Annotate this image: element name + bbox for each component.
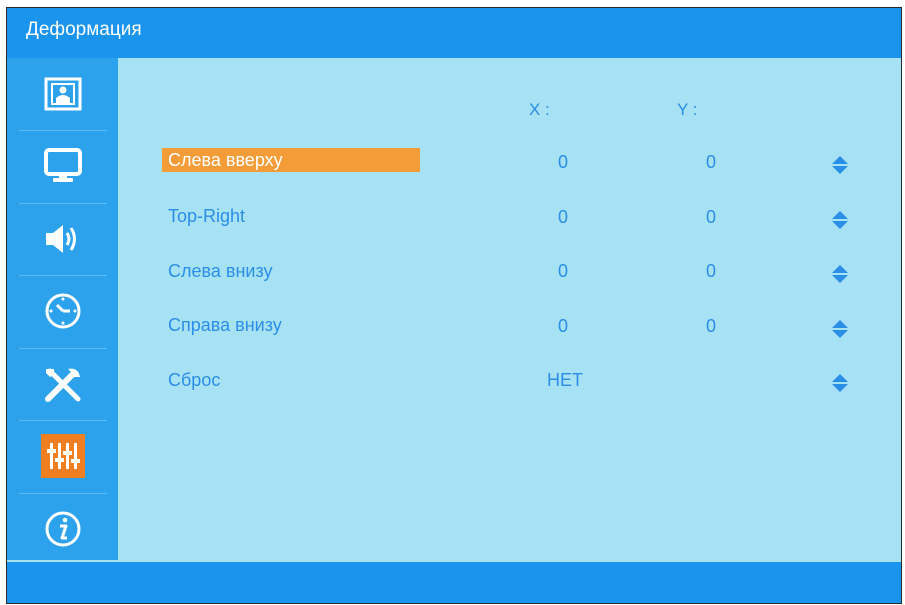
up-down-arrow-icon[interactable] xyxy=(831,373,849,393)
sidebar xyxy=(7,58,118,560)
x-value: 0 xyxy=(558,207,569,227)
sidebar-item-timer[interactable] xyxy=(7,275,118,347)
page-title: Деформация xyxy=(26,19,142,40)
speaker-icon xyxy=(43,221,83,257)
x-value: 0 xyxy=(558,261,569,281)
sidebar-item-display[interactable] xyxy=(7,130,118,202)
sidebar-item-advanced[interactable] xyxy=(7,420,118,492)
x-value: 0 xyxy=(558,316,569,336)
y-value: 0 xyxy=(706,316,717,336)
reset-value: НЕТ xyxy=(547,370,583,390)
picture-icon xyxy=(43,76,83,112)
up-down-arrow-icon[interactable] xyxy=(831,210,849,230)
y-value: 0 xyxy=(706,152,717,172)
y-value: 0 xyxy=(706,207,717,227)
column-header-x: X : xyxy=(529,100,550,119)
title-bar: Деформация xyxy=(7,8,901,58)
monitor-icon xyxy=(43,147,83,185)
sidebar-item-audio[interactable] xyxy=(7,203,118,275)
row-label: Слева внизу xyxy=(168,261,273,281)
sidebar-item-picture[interactable] xyxy=(7,58,118,130)
tools-icon xyxy=(42,365,84,403)
sidebar-item-setup[interactable] xyxy=(7,348,118,420)
info-icon xyxy=(43,509,83,549)
clock-icon xyxy=(43,291,83,331)
column-header-y: Y : xyxy=(677,100,698,119)
sidebar-item-information[interactable] xyxy=(7,493,118,565)
status-bar xyxy=(7,562,901,603)
row-label: Слева вверху xyxy=(162,148,420,172)
up-down-arrow-icon[interactable] xyxy=(831,264,849,284)
osd-window: Деформация X: Y: Слева вверху 0 0 Top-… xyxy=(6,7,902,604)
up-down-arrow-icon[interactable] xyxy=(831,155,849,175)
keystone-panel: X : Y : Слева вверху 0 0 Top-Right 0 0 С… xyxy=(118,58,901,562)
row-label: Справа внизу xyxy=(168,315,282,335)
active-indicator xyxy=(40,434,85,478)
x-value: 0 xyxy=(558,152,569,172)
up-down-arrow-icon[interactable] xyxy=(831,319,849,339)
row-label: Top-Right xyxy=(168,206,246,226)
row-label: Сброс xyxy=(168,370,221,390)
y-value: 0 xyxy=(706,261,717,281)
equalizer-icon xyxy=(45,440,81,472)
